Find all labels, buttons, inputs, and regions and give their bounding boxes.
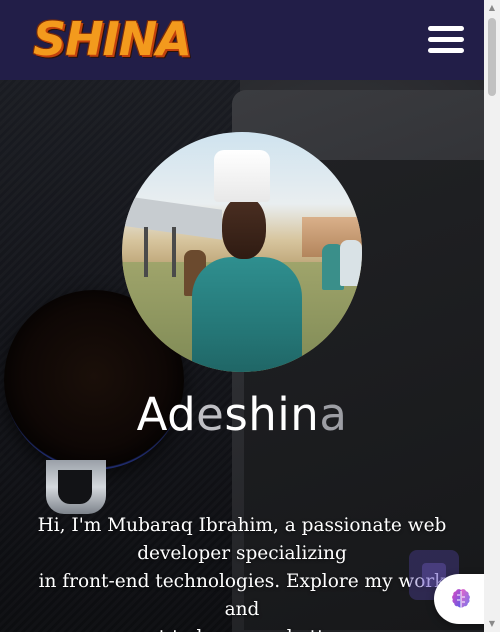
hero-section: Adeshina Hi, I'm Mubaraq Ibrahim, a pass…: [0, 80, 484, 632]
photo-bystander: [340, 240, 362, 286]
hero-intro-line: Hi, I'm Mubaraq Ibrahim, a passionate we…: [37, 515, 447, 536]
profile-photo: [122, 132, 362, 372]
hero-intro: Hi, I'm Mubaraq Ibrahim, a passionate we…: [20, 512, 464, 632]
photo-shelter-post: [144, 227, 148, 277]
hamburger-menu-icon: [428, 48, 464, 53]
hero-name-part: a: [319, 388, 348, 441]
hero-intro-line: developer specializing: [137, 543, 347, 564]
hero-name-part: shin: [224, 388, 320, 441]
hero-name: Adeshina: [0, 388, 484, 441]
brain-icon: [452, 589, 470, 608]
hero-intro-line: get to know me better.: [20, 624, 464, 632]
photo-person-head: [222, 197, 266, 259]
scrollbar-thumb[interactable]: [488, 18, 496, 96]
hamburger-menu-icon: [428, 37, 464, 42]
hero-name-part: Ad: [136, 388, 197, 441]
navbar: SHINA: [0, 0, 484, 80]
scroll-up-arrow-icon[interactable]: ▲: [484, 0, 500, 16]
coffee-cup-handle-hole: [58, 470, 92, 504]
photo-shelter-post: [172, 227, 176, 277]
scroll-down-arrow-icon[interactable]: ▼: [484, 616, 500, 632]
photo-person-cap: [214, 150, 270, 202]
photo-person-body: [192, 257, 302, 372]
hamburger-menu-button[interactable]: [428, 24, 466, 56]
site-logo[interactable]: SHINA: [33, 10, 192, 68]
hero-name-part: e: [196, 388, 225, 441]
hero-intro-line: in front-end technologies. Explore my wo…: [38, 571, 446, 620]
hamburger-menu-icon: [428, 26, 464, 31]
